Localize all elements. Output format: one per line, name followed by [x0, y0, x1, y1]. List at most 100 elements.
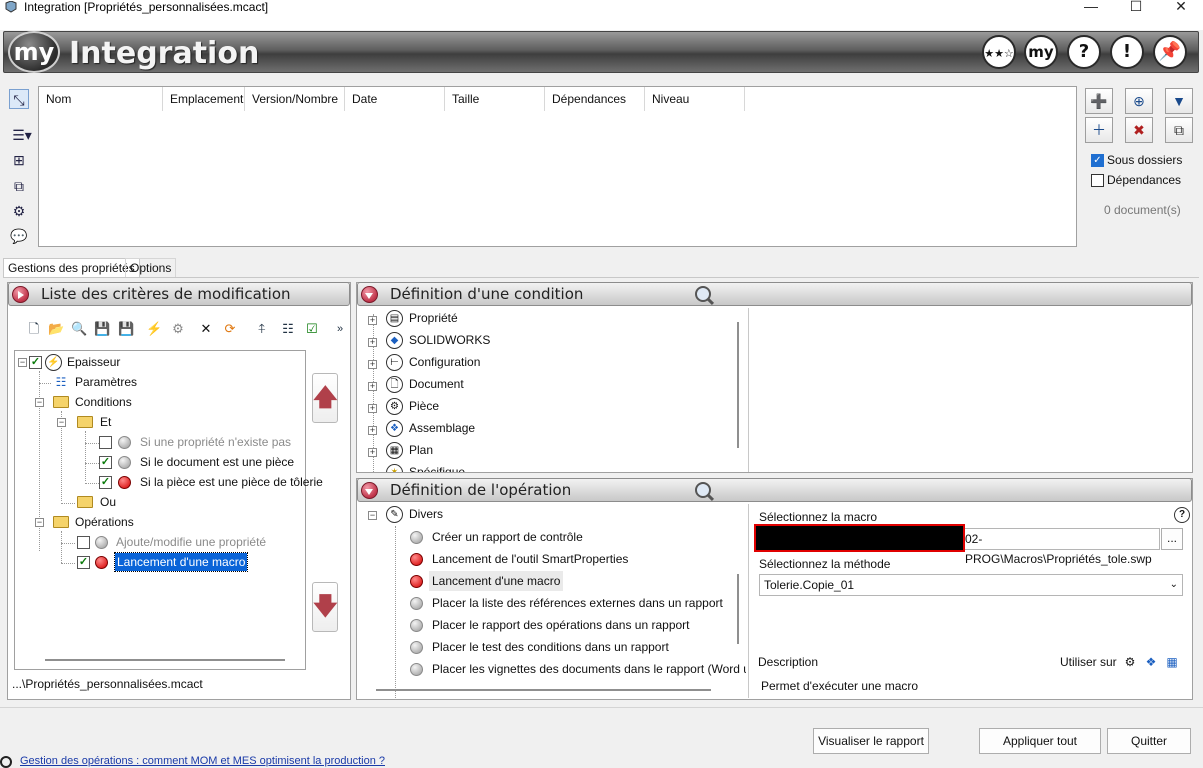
documents-table[interactable]: Nom Emplacement Version/Nombre Date Tail…	[38, 86, 1077, 247]
cond2-checkbox[interactable]: ✓	[99, 456, 112, 469]
browse-macro-button[interactable]: ...	[1161, 528, 1183, 550]
op2-checkbox[interactable]: ✓	[77, 556, 90, 569]
swap-icon[interactable]: ⟳	[222, 321, 238, 337]
search-file-icon[interactable]: 🔍	[71, 321, 87, 337]
condition-item-assemblage[interactable]: Assemblage	[409, 418, 475, 438]
add-item-icon[interactable]: ⍏	[254, 321, 270, 337]
condition-item-plan[interactable]: Plan	[409, 440, 433, 460]
tree-item-cond2[interactable]: Si le document est une pièce	[140, 452, 294, 472]
apply-all-button[interactable]: Appliquer tout	[979, 728, 1101, 754]
tree-item-op1[interactable]: Ajoute/modifie une propriété	[116, 532, 266, 552]
minimize-button[interactable]: —	[1076, 0, 1106, 14]
info-button[interactable]: !	[1110, 35, 1144, 69]
news-link[interactable]: Gestion des opérations : comment MOM et …	[20, 755, 385, 767]
criteria-tree[interactable]: − ✓ ⚡ Epaisseur ☷ Paramètres − Condition…	[14, 350, 323, 670]
column-header-taille[interactable]: Taille	[445, 87, 545, 111]
tree-item-et[interactable]: Et	[100, 412, 111, 432]
collapse-condition-icon[interactable]	[361, 286, 378, 303]
help-button[interactable]: ?	[1067, 35, 1101, 69]
divers-expander[interactable]: −	[368, 511, 377, 520]
root-expander[interactable]: −	[18, 358, 27, 367]
operation-item[interactable]: Créer un rapport de contrôle	[432, 527, 583, 547]
operation-list[interactable]: − ✎ Divers Créer un rapport de contrôle …	[358, 504, 746, 698]
help-icon[interactable]: ?	[1174, 507, 1190, 523]
favorites-button[interactable]: ★★☆	[982, 35, 1016, 69]
method-select[interactable]: Tolerie.Copie_01 ⌄	[759, 574, 1183, 596]
cond1-checkbox[interactable]	[99, 436, 112, 449]
tree-item-conditions[interactable]: Conditions	[75, 392, 132, 412]
op1-checkbox[interactable]	[77, 536, 90, 549]
collapse-operation-icon[interactable]	[361, 482, 378, 499]
expander-configuration[interactable]: +	[368, 360, 377, 369]
tree-item-cond1[interactable]: Si une propriété n'existe pas	[140, 432, 291, 452]
root-checkbox[interactable]: ✓	[29, 356, 42, 369]
comment-icon[interactable]: 💬	[9, 226, 29, 246]
tree-item-op2[interactable]: Lancement d'une macro	[113, 552, 249, 572]
collapse-icon[interactable]: ⤡	[9, 89, 29, 109]
tree-options-icon[interactable]: ☷	[280, 321, 296, 337]
condition-item-propriete[interactable]: Propriété	[409, 308, 458, 328]
run-icon[interactable]: ⚡	[146, 321, 162, 337]
operation-item[interactable]: Lancement de l'outil SmartProperties	[432, 549, 628, 569]
tab-options[interactable]: Options	[125, 258, 177, 277]
my-button[interactable]: my	[1024, 35, 1058, 69]
open-file-icon[interactable]: 📂	[48, 321, 64, 337]
condition-item-document[interactable]: Document	[409, 374, 464, 394]
operation-item[interactable]: Placer le test des conditions dans un ra…	[432, 637, 669, 657]
column-header-emplacement[interactable]: Emplacement	[163, 87, 245, 111]
condition-v-scrollbar[interactable]	[737, 322, 739, 448]
tree-item-cond3[interactable]: Si la pièce est une pièce de tôlerie	[140, 472, 323, 492]
search-icon[interactable]	[695, 286, 711, 302]
tree-item-epaisseur[interactable]: Epaisseur	[67, 352, 120, 372]
search-icon[interactable]	[695, 482, 711, 498]
expander-piece[interactable]: +	[368, 404, 377, 413]
settings-gear-icon[interactable]: ⚙	[9, 201, 29, 221]
condition-item-solidworks[interactable]: SOLIDWORKS	[409, 330, 490, 350]
tree-item-operations[interactable]: Opérations	[75, 512, 134, 532]
delete-icon[interactable]: ✕	[198, 321, 214, 337]
expander-assemblage[interactable]: +	[368, 426, 377, 435]
save-as-icon[interactable]: 💾	[118, 321, 134, 337]
expander-document[interactable]: +	[368, 382, 377, 391]
criteria-h-scrollbar[interactable]	[45, 659, 285, 661]
tab-property-management[interactable]: Gestions des propriétés	[3, 258, 140, 277]
condition-list[interactable]: + ▤ Propriété + ◆ SOLIDWORKS + ⊢ Configu…	[358, 308, 746, 472]
column-header-dependances[interactable]: Dépendances	[545, 87, 645, 111]
add-file-button[interactable]: ＋	[1085, 117, 1113, 143]
run-disabled-icon[interactable]: ⚙	[170, 321, 186, 337]
operation-v-scrollbar[interactable]	[737, 574, 739, 644]
maximize-button[interactable]: ☐	[1121, 0, 1151, 14]
column-header-nom[interactable]: Nom	[39, 87, 163, 111]
column-header-version[interactable]: Version/Nombre	[245, 87, 345, 111]
column-header-date[interactable]: Date	[345, 87, 445, 111]
operation-category-divers[interactable]: Divers	[409, 504, 443, 524]
remove-file-button[interactable]: ✖	[1125, 117, 1153, 143]
close-button[interactable]: ✕	[1166, 0, 1196, 14]
operation-item-selected[interactable]: Lancement d'une macro	[429, 571, 564, 591]
quit-button[interactable]: Quitter	[1107, 728, 1191, 754]
add-from-pdm-button[interactable]: ⊕	[1125, 88, 1153, 114]
filter-button[interactable]: ▼	[1165, 88, 1193, 114]
move-down-button[interactable]: 🡇	[312, 582, 338, 632]
tree-item-parametres[interactable]: Paramètres	[75, 372, 137, 392]
et-expander[interactable]: −	[57, 418, 66, 427]
condition-item-piece[interactable]: Pièce	[409, 396, 439, 416]
operation-item[interactable]: Placer la liste des références externes …	[432, 593, 723, 613]
operations-expander[interactable]: −	[35, 518, 44, 527]
dependencies-checkbox[interactable]	[1091, 174, 1104, 187]
hierarchy-button[interactable]: ⧉	[1165, 117, 1193, 143]
move-up-button[interactable]: 🡅	[312, 373, 338, 423]
expander-propriete[interactable]: +	[368, 316, 377, 325]
cond3-checkbox[interactable]: ✓	[99, 476, 112, 489]
subfolders-checkbox[interactable]: ✓	[1091, 154, 1104, 167]
column-header-niveau[interactable]: Niveau	[645, 87, 745, 111]
tree-documents-icon[interactable]: ⊞	[9, 150, 29, 170]
new-file-icon[interactable]: 🗋	[26, 321, 42, 337]
operation-item[interactable]: Placer les vignettes des documents dans …	[432, 659, 746, 679]
collapse-panel-icon[interactable]	[12, 286, 29, 303]
save-icon[interactable]: 💾	[94, 321, 110, 337]
pin-button[interactable]: 📌	[1153, 35, 1187, 69]
condition-item-configuration[interactable]: Configuration	[409, 352, 480, 372]
tree-item-ou[interactable]: Ou	[100, 492, 116, 512]
check-all-icon[interactable]: ☑	[304, 321, 320, 337]
